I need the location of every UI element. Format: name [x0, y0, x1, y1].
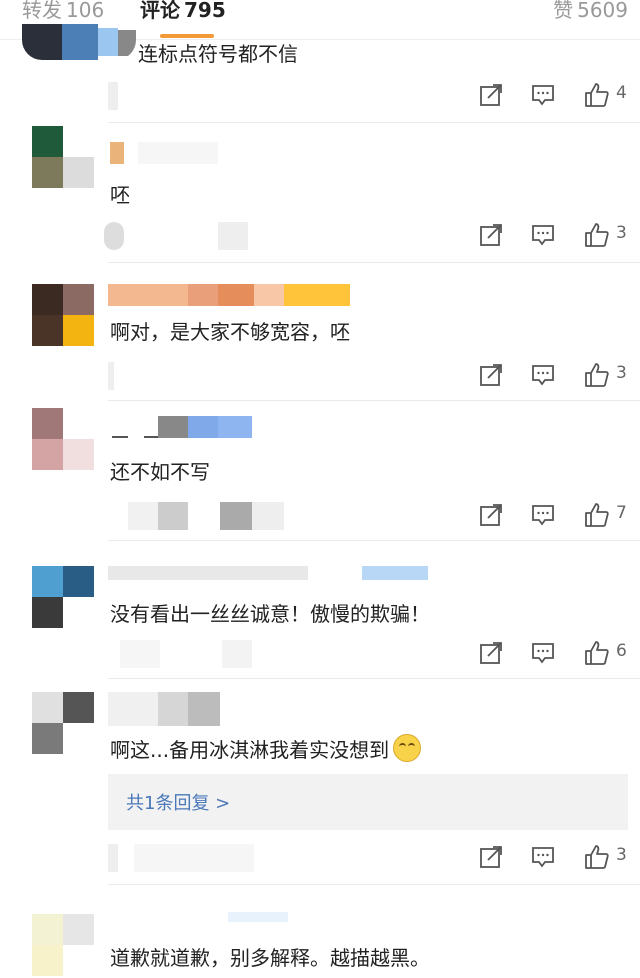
avatar[interactable]: [32, 566, 94, 628]
like-count: 6: [616, 641, 627, 661]
comment-icon[interactable]: [530, 844, 556, 870]
divider: [108, 122, 640, 123]
thumb-up-icon[interactable]: [584, 362, 610, 388]
divider: [108, 884, 640, 885]
like-count: 3: [616, 845, 627, 865]
avatar[interactable]: [32, 126, 94, 188]
thumb-up-icon[interactable]: [584, 82, 610, 108]
comment-text: 道歉就道歉，别多解释。越描越黑。: [110, 946, 430, 970]
thumb-up-icon[interactable]: [584, 222, 610, 248]
comment-icon[interactable]: [530, 362, 556, 388]
avatar[interactable]: [32, 408, 94, 470]
thumb-up-icon[interactable]: [584, 844, 610, 870]
comment-text-content: 啊这...备用冰淇淋我着实没想到: [110, 738, 390, 762]
tab-repost-label: 转发: [22, 0, 62, 22]
avatar[interactable]: [32, 284, 94, 346]
comment-text: 啊这...备用冰淇淋我着实没想到: [110, 734, 422, 763]
share-icon[interactable]: [478, 502, 504, 528]
thumb-up-icon[interactable]: [584, 640, 610, 666]
comment-actions: 7: [476, 502, 636, 530]
like-count: 3: [616, 223, 627, 243]
divider: [108, 678, 640, 679]
share-icon[interactable]: [478, 222, 504, 248]
comment-text: 没有看出一丝丝诚意！傲慢的欺骗！: [110, 602, 430, 626]
comment-actions: 4: [476, 82, 636, 110]
tab-like[interactable]: 赞 5609: [553, 0, 628, 23]
comment-actions: 6: [476, 640, 636, 668]
comment-text: 啊对，是大家不够宽容，呸: [110, 320, 350, 344]
tab-comment[interactable]: 评论 795: [140, 0, 226, 23]
tab-comment-label: 评论: [140, 0, 180, 22]
like-count: 3: [616, 363, 627, 383]
comment-actions: 3: [476, 844, 636, 872]
divider: [108, 400, 640, 401]
view-replies-link[interactable]: 共1条回复 >: [126, 789, 230, 815]
tab-like-count: 5609: [577, 0, 628, 22]
comment-icon[interactable]: [530, 222, 556, 248]
avatar[interactable]: [32, 692, 94, 754]
like-count: 7: [616, 503, 627, 523]
thumb-up-icon[interactable]: [584, 502, 610, 528]
share-icon[interactable]: [478, 640, 504, 666]
comment-icon[interactable]: [530, 82, 556, 108]
avatar[interactable]: [22, 24, 136, 60]
divider: [108, 262, 640, 263]
tab-like-label: 赞: [553, 0, 574, 22]
share-icon[interactable]: [478, 82, 504, 108]
share-icon[interactable]: [478, 362, 504, 388]
comment-text: 连标点符号都不信: [138, 42, 298, 66]
share-icon[interactable]: [478, 844, 504, 870]
avatar[interactable]: [32, 914, 94, 976]
comment-actions: 3: [476, 222, 636, 250]
smile-emoji-icon: [393, 734, 422, 762]
comment-actions: 3: [476, 362, 636, 390]
comment-icon[interactable]: [530, 640, 556, 666]
tab-comment-count: 795: [184, 0, 226, 22]
reply-summary[interactable]: 共1条回复 >: [108, 774, 628, 830]
like-count: 4: [616, 83, 627, 103]
comment-text: 呸: [110, 183, 130, 207]
tab-repost-count: 106: [66, 0, 105, 22]
divider: [108, 540, 640, 541]
comment-icon[interactable]: [530, 502, 556, 528]
comment-text: 还不如不写: [110, 460, 210, 484]
tab-repost[interactable]: 转发 106: [22, 0, 104, 23]
